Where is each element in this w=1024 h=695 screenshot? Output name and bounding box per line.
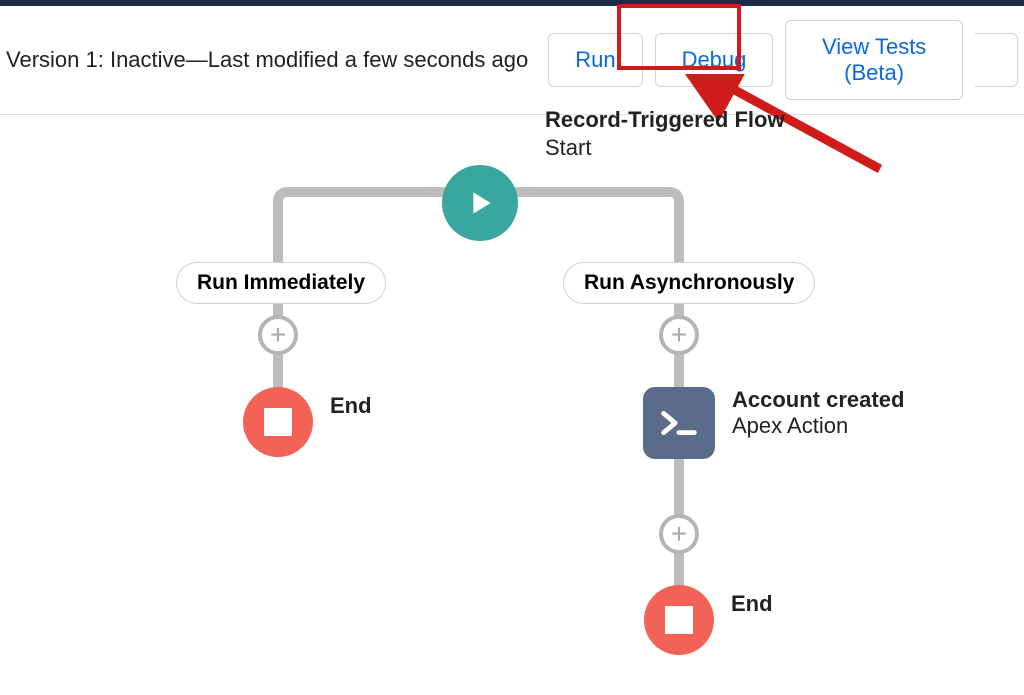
overflow-button[interactable] [975,33,1018,87]
flow-canvas[interactable]: Record-Triggered Flow Start Run Immediat… [0,115,1024,695]
apex-action-node[interactable] [643,387,715,459]
apex-action-labels: Account created Apex Action [732,387,904,439]
branch-run-asynchronously[interactable]: Run Asynchronously [563,262,815,304]
debug-button[interactable]: Debug [655,33,774,87]
start-subtitle: Start [545,135,591,161]
start-node[interactable] [442,165,518,241]
apex-action-title: Account created [732,387,904,413]
terminal-icon [656,400,702,446]
header-button-group: Run Debug View Tests (Beta) [548,20,1018,100]
add-element-right-2[interactable]: + [659,514,699,554]
start-title: Record-Triggered Flow [545,107,785,133]
branch-run-immediately[interactable]: Run Immediately [176,262,386,304]
apex-action-subtitle: Apex Action [732,413,904,439]
end-label-right: End [731,591,773,617]
add-element-left[interactable]: + [258,315,298,355]
add-element-right-1[interactable]: + [659,315,699,355]
play-icon [464,187,496,219]
end-node-left[interactable] [243,387,313,457]
header-bar: Version 1: Inactive—Last modified a few … [0,6,1024,115]
end-node-right[interactable] [644,585,714,655]
version-status: Version 1: Inactive—Last modified a few … [6,47,528,73]
end-label-left: End [330,393,372,419]
run-button[interactable]: Run [548,33,642,87]
view-tests-button[interactable]: View Tests (Beta) [785,20,962,100]
